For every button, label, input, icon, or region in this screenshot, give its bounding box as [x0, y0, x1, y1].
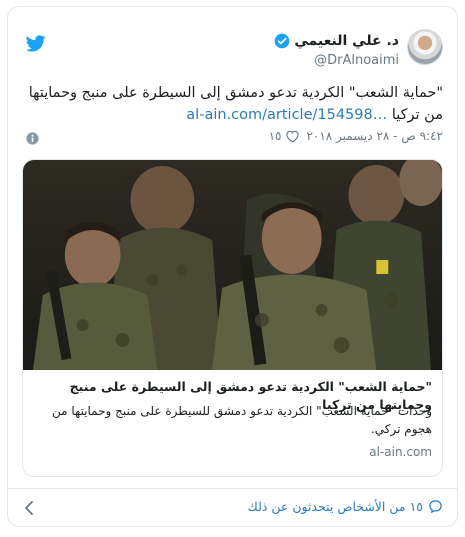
like-action[interactable]: ١٥	[269, 129, 301, 143]
card-description: وحدات "حماية الشعب" الكردية تدعو دمشق لل…	[52, 404, 432, 436]
avatar[interactable]	[407, 29, 443, 65]
tweet-header: د. علي النعيمي @DrAlnoaimi	[8, 7, 457, 71]
twitter-bird-icon[interactable]	[26, 35, 46, 52]
author-name[interactable]: د. علي النعيمي	[294, 33, 399, 49]
tweet-text: "حماية الشعب" الكردية تدعو دمشق إلى السي…	[24, 82, 443, 126]
link-card[interactable]: "حماية الشعب" الكردية تدعو دمشق إلى السي…	[22, 159, 443, 477]
embedded-tweet: د. علي النعيمي @DrAlnoaimi "حماية الشعب"…	[7, 6, 458, 527]
author-handle[interactable]: @DrAlnoaimi	[314, 53, 399, 68]
author-name-row[interactable]: د. علي النعيمي	[274, 33, 399, 49]
tweet-meta: ١٥ ٩:٤٢ ص - ٢٨ ديسمبر ٢٠١٨	[24, 129, 443, 149]
conversation-text[interactable]: ١٥ من الأشخاص يتحدثون عن ذلك	[248, 499, 423, 514]
info-icon[interactable]	[26, 132, 39, 145]
speech-bubble-icon	[429, 500, 442, 514]
verified-badge-icon	[275, 33, 290, 49]
meta-right: ١٥ ٩:٤٢ ص - ٢٨ ديسمبر ٢٠١٨	[269, 129, 443, 143]
card-domain: al-ain.com	[369, 445, 432, 459]
tweet-footer: ١٥ من الأشخاص يتحدثون عن ذلك	[8, 488, 457, 526]
timestamp[interactable]: ٩:٤٢ ص - ٢٨ ديسمبر ٢٠١٨	[306, 129, 443, 143]
card-photo	[23, 160, 442, 370]
chevron-left-icon[interactable]	[24, 501, 34, 515]
like-count: ١٥	[268, 129, 282, 143]
conversation-link[interactable]: ١٥ من الأشخاص يتحدثون عن ذلك	[248, 499, 443, 514]
heart-icon[interactable]	[285, 129, 300, 143]
tweet-link[interactable]: al-ain.com/article/154598…	[186, 107, 387, 123]
